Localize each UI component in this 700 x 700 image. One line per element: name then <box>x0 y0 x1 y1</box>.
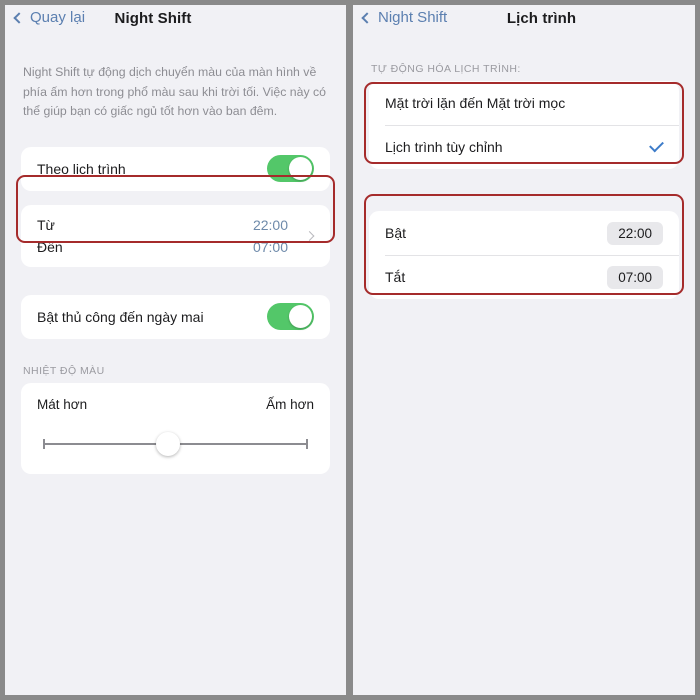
warmer-label: Ấm hơn <box>266 396 314 412</box>
scheduled-toggle[interactable] <box>267 155 314 182</box>
row-tat[interactable]: Tắt 07:00 <box>369 255 679 299</box>
screenshot-frame: Quay lại Night Shift Night Shift tự động… <box>0 0 700 700</box>
manual-card: Bật thủ công đến ngày mai <box>21 294 330 339</box>
option-sunset-to-sunrise[interactable]: Mặt trời lặn đến Mặt trời mọc <box>369 81 679 125</box>
cooler-label: Mát hơn <box>37 396 88 412</box>
temperature-slider[interactable] <box>43 431 308 456</box>
row-bat[interactable]: Bật 22:00 <box>369 211 679 255</box>
chevron-left-icon <box>361 11 373 24</box>
option-label: Mặt trời lặn đến Mặt trời mọc <box>385 95 566 111</box>
automation-card: Mặt trời lặn đến Mặt trời mọc Lịch trình… <box>369 81 679 169</box>
times-card: Bật 22:00 Tắt 07:00 <box>369 211 679 299</box>
slider-cap-left <box>43 438 45 449</box>
row-bat-thu-cong[interactable]: Bật thủ công đến ngày mai <box>21 295 330 339</box>
on-time-value[interactable]: 22:00 <box>607 221 663 245</box>
temperature-section-label: NHIỆT ĐỘ MÀU <box>23 364 105 377</box>
night-shift-description: Night Shift tự động dịch chuyển màu của … <box>23 65 326 118</box>
temperature-card: Mát hơn Ấm hơn <box>21 382 330 474</box>
on-label: Bật <box>385 225 407 241</box>
to-label: Đến <box>37 238 63 255</box>
from-label: Từ <box>37 216 55 233</box>
scheduled-label: Theo lịch trình <box>37 160 126 177</box>
schedule-settings-panel: Night Shift Lịch trình TỰ ĐỘNG HÓA LỊCH … <box>353 5 695 695</box>
row-theo-lich-trinh[interactable]: Theo lịch trình <box>21 147 330 191</box>
off-label: Tắt <box>385 269 406 285</box>
chevron-left-icon <box>13 11 25 24</box>
scheduled-card: Theo lịch trình <box>21 146 330 191</box>
back-button-label: Night Shift <box>378 9 448 26</box>
right-navbar: Night Shift Lịch trình <box>353 5 695 39</box>
page-title: Lịch trình <box>506 10 577 27</box>
to-value: 07:00 <box>252 238 288 255</box>
page-title: Night Shift <box>114 10 192 27</box>
back-button-night-shift[interactable]: Night Shift <box>361 9 448 26</box>
row-from: Từ 22:00 <box>37 214 314 236</box>
off-time-value[interactable]: 07:00 <box>607 265 663 289</box>
slider-knob[interactable] <box>155 431 180 456</box>
checkmark-icon <box>649 137 664 153</box>
toggle-knob <box>289 305 312 328</box>
from-value: 22:00 <box>252 216 288 233</box>
row-to: Đến 07:00 <box>37 236 314 258</box>
option-custom-schedule[interactable]: Lịch trình tùy chỉnh <box>369 125 679 169</box>
manual-label: Bật thủ công đến ngày mai <box>37 308 204 325</box>
toggle-knob <box>289 157 312 180</box>
automation-section-label: TỰ ĐỘNG HÓA LỊCH TRÌNH: <box>371 63 521 75</box>
from-to-card[interactable]: Từ 22:00 Đến 07:00 <box>21 204 330 267</box>
slider-end-labels: Mát hơn Ấm hơn <box>37 397 314 412</box>
option-label: Lịch trình tùy chỉnh <box>385 139 503 155</box>
slider-cap-right <box>306 438 308 449</box>
left-navbar: Quay lại Night Shift <box>5 5 346 39</box>
manual-toggle[interactable] <box>267 303 314 330</box>
night-shift-settings-panel: Quay lại Night Shift Night Shift tự động… <box>5 5 346 695</box>
